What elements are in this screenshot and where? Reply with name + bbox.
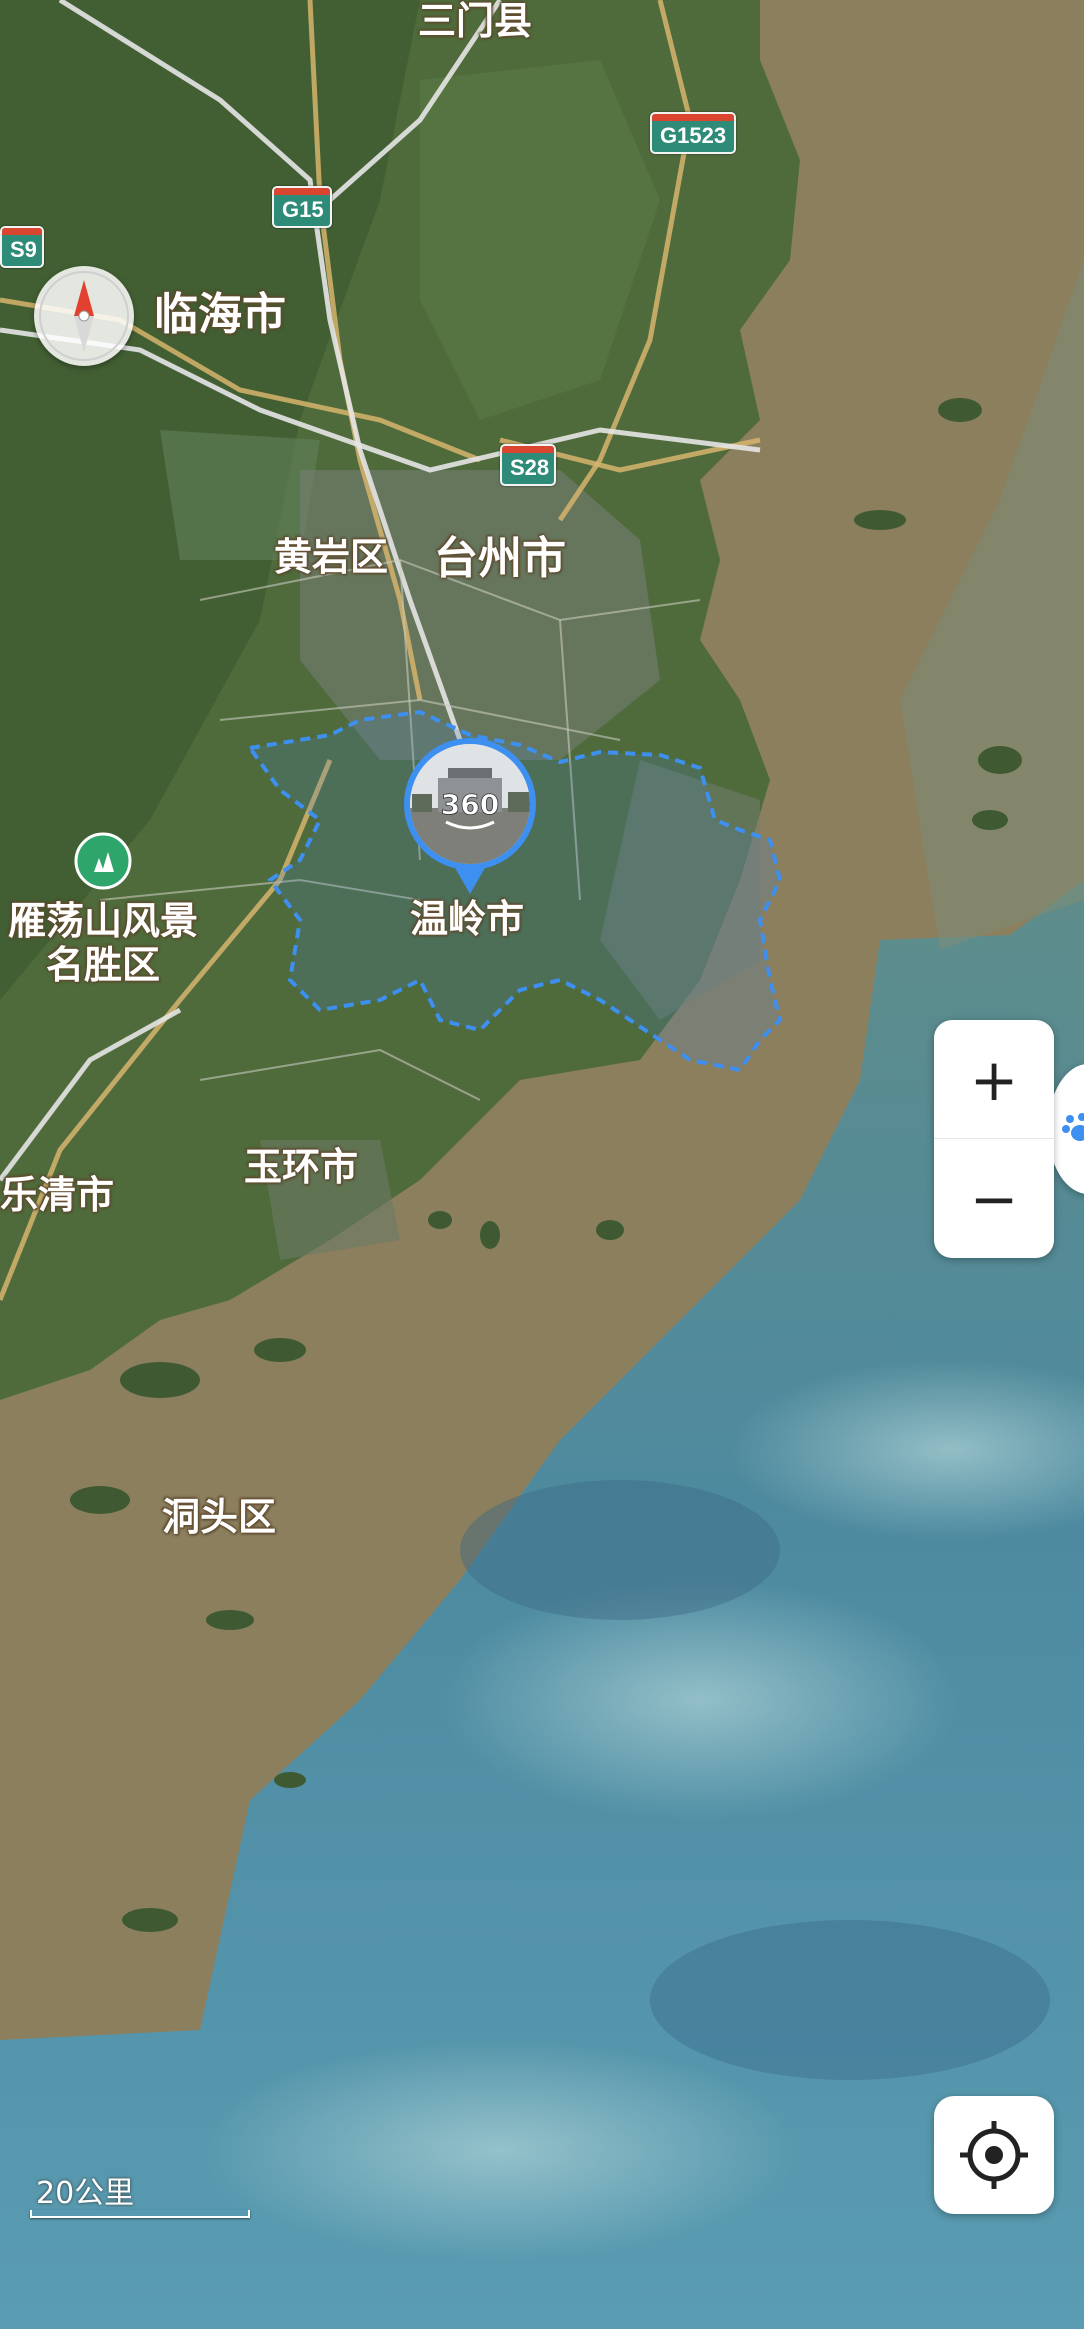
road-shield-g15: G15 xyxy=(272,186,332,228)
locate-button[interactable] xyxy=(934,2096,1054,2214)
place-linhai[interactable]: 临海市 xyxy=(154,289,286,341)
urban-area xyxy=(300,470,660,760)
scale-label: 20公里 xyxy=(36,2176,135,2211)
road-shield-s9: S9 xyxy=(0,226,44,268)
sea-foam xyxy=(440,1580,960,1820)
sea-shadow xyxy=(460,1480,780,1620)
locate-icon xyxy=(960,2121,1028,2189)
place-taizhou[interactable]: 台州市 xyxy=(434,533,566,585)
compass-icon xyxy=(39,271,129,361)
zoom-in-button[interactable]: + xyxy=(934,1020,1054,1139)
place-yuhuan[interactable]: 玉环市 xyxy=(244,1145,358,1190)
paw-icon xyxy=(1062,1113,1084,1141)
panorama-label: 360 xyxy=(441,788,499,821)
panorama-360-marker[interactable]: 360 xyxy=(402,738,538,898)
place-sanmen[interactable]: 三门县 xyxy=(418,0,532,44)
sea-foam xyxy=(200,2040,800,2260)
scale-bar xyxy=(30,2210,250,2218)
place-huangyan[interactable]: 黄岩区 xyxy=(274,535,388,580)
compass-button[interactable] xyxy=(34,266,134,366)
place-wenling[interactable]: 温岭市 xyxy=(410,897,524,942)
road-shield-g1523: G1523 xyxy=(650,112,736,154)
place-yandangshan[interactable]: 雁荡山风景 名胜区 xyxy=(8,899,198,987)
scenic-area-icon[interactable] xyxy=(74,832,132,890)
sea-shadow xyxy=(650,1920,1050,2080)
place-dongtou[interactable]: 洞头区 xyxy=(162,1495,276,1540)
satellite-map[interactable] xyxy=(0,0,1084,2329)
road-shield-s28: S28 xyxy=(500,444,556,486)
zoom-controls: + − xyxy=(934,1020,1054,1258)
zoom-out-button[interactable]: − xyxy=(934,1139,1054,1258)
place-yueqing[interactable]: 乐清市 xyxy=(0,1173,114,1218)
